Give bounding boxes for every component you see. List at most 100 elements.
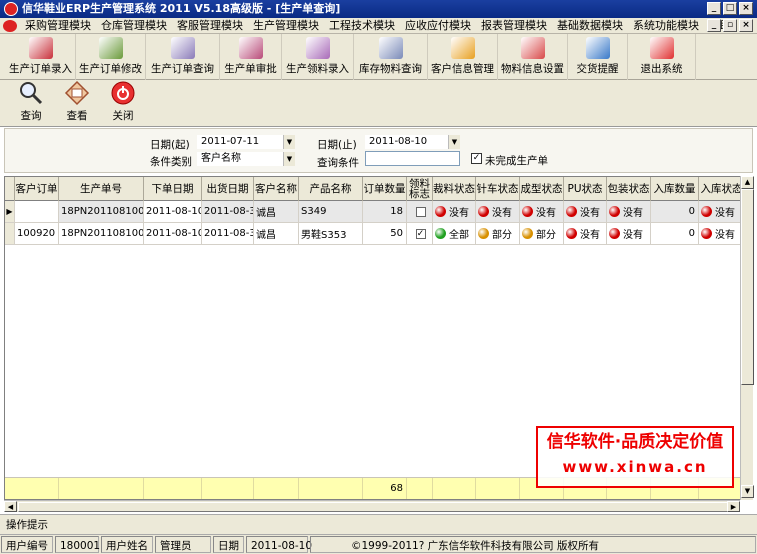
menu-item-0[interactable]: 采购管理模块 (20, 18, 96, 34)
cell-cut[interactable]: 全部 (433, 223, 476, 244)
scroll-thumb[interactable] (741, 189, 754, 385)
menu-item-4[interactable]: 工程技术模块 (324, 18, 400, 34)
column-header-cust_order[interactable]: 客户订单 (15, 177, 59, 201)
toolbar-button-0[interactable]: 生产订单录入 (6, 34, 76, 80)
toolbar-button-8[interactable]: 交货提醒 (568, 34, 628, 80)
cell-in_status[interactable]: 没有 (699, 223, 745, 244)
condition-input[interactable] (365, 151, 460, 166)
column-header-in_qty[interactable]: 入库数量 (651, 177, 699, 201)
cell-ship_date[interactable]: 2011-08-30 (202, 201, 254, 222)
cell-pick[interactable]: ✓ (407, 223, 433, 244)
vertical-scrollbar[interactable]: ▲ ▼ (740, 176, 754, 500)
cell-qty[interactable]: 50 (363, 223, 407, 244)
column-header-prod_no[interactable]: 生产单号 (59, 177, 144, 201)
cell-in_qty[interactable]: 0 (651, 223, 699, 244)
cell-prod_no[interactable]: 18PN20110810002 (59, 223, 144, 244)
scroll-up-button[interactable]: ▲ (741, 176, 754, 189)
unfinished-checkbox[interactable]: ✓ (471, 153, 482, 164)
menu-item-6[interactable]: 报表管理模块 (476, 18, 552, 34)
cell-form[interactable]: 部分 (520, 223, 564, 244)
cell-qty[interactable]: 18 (363, 201, 407, 222)
chevron-down-icon[interactable]: ▼ (283, 152, 295, 166)
toolbar-button-9[interactable]: 退出系统 (628, 34, 696, 80)
column-header-customer[interactable]: 客户名称 (254, 177, 299, 201)
cell-pu[interactable]: 没有 (564, 223, 607, 244)
leaf-icon (520, 37, 545, 59)
toolbar-button-4[interactable]: 生产领料录入 (282, 34, 354, 80)
cell-pack[interactable]: 没有 (607, 201, 651, 222)
cell-customer[interactable]: 诚昌 (254, 223, 299, 244)
scroll-left-button[interactable]: ◀ (4, 501, 17, 512)
row-selector[interactable] (5, 223, 15, 244)
view-button[interactable]: 查看 (54, 80, 100, 126)
cell-cust_order[interactable]: 100920 (15, 223, 59, 244)
menu-item-1[interactable]: 仓库管理模块 (96, 18, 172, 34)
mdi-close-button[interactable]: × (739, 19, 753, 32)
table-row[interactable]: ▶ 18PN201108100012011-08-102011-08-30诚昌S3… (5, 201, 750, 223)
column-header-in_status[interactable]: 入库状态 (699, 177, 745, 201)
menu-item-8[interactable]: 系统功能模块 (628, 18, 704, 34)
h-scroll-thumb[interactable] (18, 502, 728, 512)
menu-item-7[interactable]: 基础数据模块 (552, 18, 628, 34)
window-title: 信华鞋业ERP生产管理系统 2011 V5.18高级版 - [生产单查询] (22, 2, 341, 15)
cell-customer[interactable]: 诚昌 (254, 201, 299, 222)
cell-pu[interactable]: 没有 (564, 201, 607, 222)
footer-cell-order_date (144, 478, 202, 499)
menu-item-2[interactable]: 客服管理模块 (172, 18, 248, 34)
scroll-down-button[interactable]: ▼ (741, 485, 754, 498)
column-header-order_date[interactable]: 下单日期 (144, 177, 202, 201)
scroll-right-button[interactable]: ▶ (727, 501, 740, 512)
cell-form[interactable]: 没有 (520, 201, 564, 222)
toolbar-button-2[interactable]: 生产订单查询 (146, 34, 220, 80)
cell-cut[interactable]: 没有 (433, 201, 476, 222)
chevron-down-icon[interactable]: ▼ (283, 135, 295, 149)
document-menu-icon[interactable] (3, 19, 17, 32)
table-row[interactable]: 10092018PN201108100022011-08-102011-08-3… (5, 223, 750, 245)
toolbar-button-1[interactable]: 生产订单修改 (76, 34, 146, 80)
mdi-restore-button[interactable]: ▫ (723, 19, 737, 32)
cell-sew[interactable]: 部分 (476, 223, 520, 244)
column-header-form[interactable]: 成型状态 (520, 177, 564, 201)
query-button[interactable]: 查询 (8, 80, 54, 126)
column-header-product[interactable]: 产品名称 (299, 177, 363, 201)
cell-in_qty[interactable]: 0 (651, 201, 699, 222)
column-header-qty[interactable]: 订单数量 (363, 177, 407, 201)
date-end-picker[interactable]: 2011-08-10 ▼ (365, 135, 460, 149)
maximize-button[interactable]: □ (723, 2, 737, 15)
toolbar-button-5[interactable]: 库存物料查询 (354, 34, 428, 80)
column-header-pick[interactable]: 领料标志 (407, 177, 433, 201)
cell-sew[interactable]: 没有 (476, 201, 520, 222)
pick-flag-checkbox[interactable] (415, 206, 426, 217)
cell-pick[interactable] (407, 201, 433, 222)
cell-pack[interactable]: 没有 (607, 223, 651, 244)
cell-prod_no[interactable]: 18PN20110810001 (59, 201, 144, 222)
menu-item-5[interactable]: 应收应付模块 (400, 18, 476, 34)
column-header-pu[interactable]: PU状态 (564, 177, 607, 201)
column-header-sew[interactable]: 针车状态 (476, 177, 520, 201)
cell-order_date[interactable]: 2011-08-10 (144, 201, 202, 222)
column-header-ship_date[interactable]: 出货日期 (202, 177, 254, 201)
cell-product[interactable]: 男鞋S353 (299, 223, 363, 244)
status-text: 没有 (715, 230, 735, 241)
horizontal-scrollbar[interactable]: ◀ ▶ (4, 500, 740, 512)
column-header-pack[interactable]: 包装状态 (607, 177, 651, 201)
toolbar-button-7[interactable]: 物料信息设置 (498, 34, 568, 80)
cell-ship_date[interactable]: 2011-08-30 (202, 223, 254, 244)
cell-order_date[interactable]: 2011-08-10 (144, 223, 202, 244)
column-header-cut[interactable]: 裁料状态 (433, 177, 476, 201)
minimize-button[interactable]: _ (707, 2, 721, 15)
cell-cust_order[interactable] (15, 201, 59, 222)
mdi-minimize-button[interactable]: _ (707, 19, 721, 32)
date-start-picker[interactable]: 2011-07-11 ▼ (197, 135, 295, 149)
chevron-down-icon[interactable]: ▼ (448, 135, 460, 149)
category-select[interactable]: 客户名称 ▼ (197, 152, 295, 166)
close-button[interactable]: 关闭 (100, 80, 146, 126)
cell-product[interactable]: S349 (299, 201, 363, 222)
toolbar-button-6[interactable]: 客户信息管理 (428, 34, 498, 80)
pick-flag-checkbox[interactable]: ✓ (415, 228, 426, 239)
menu-item-3[interactable]: 生产管理模块 (248, 18, 324, 34)
cell-in_status[interactable]: 没有 (699, 201, 745, 222)
toolbar-button-3[interactable]: 生产单审批 (220, 34, 282, 80)
row-selector[interactable]: ▶ (5, 201, 15, 222)
close-window-button[interactable]: × (739, 2, 753, 15)
